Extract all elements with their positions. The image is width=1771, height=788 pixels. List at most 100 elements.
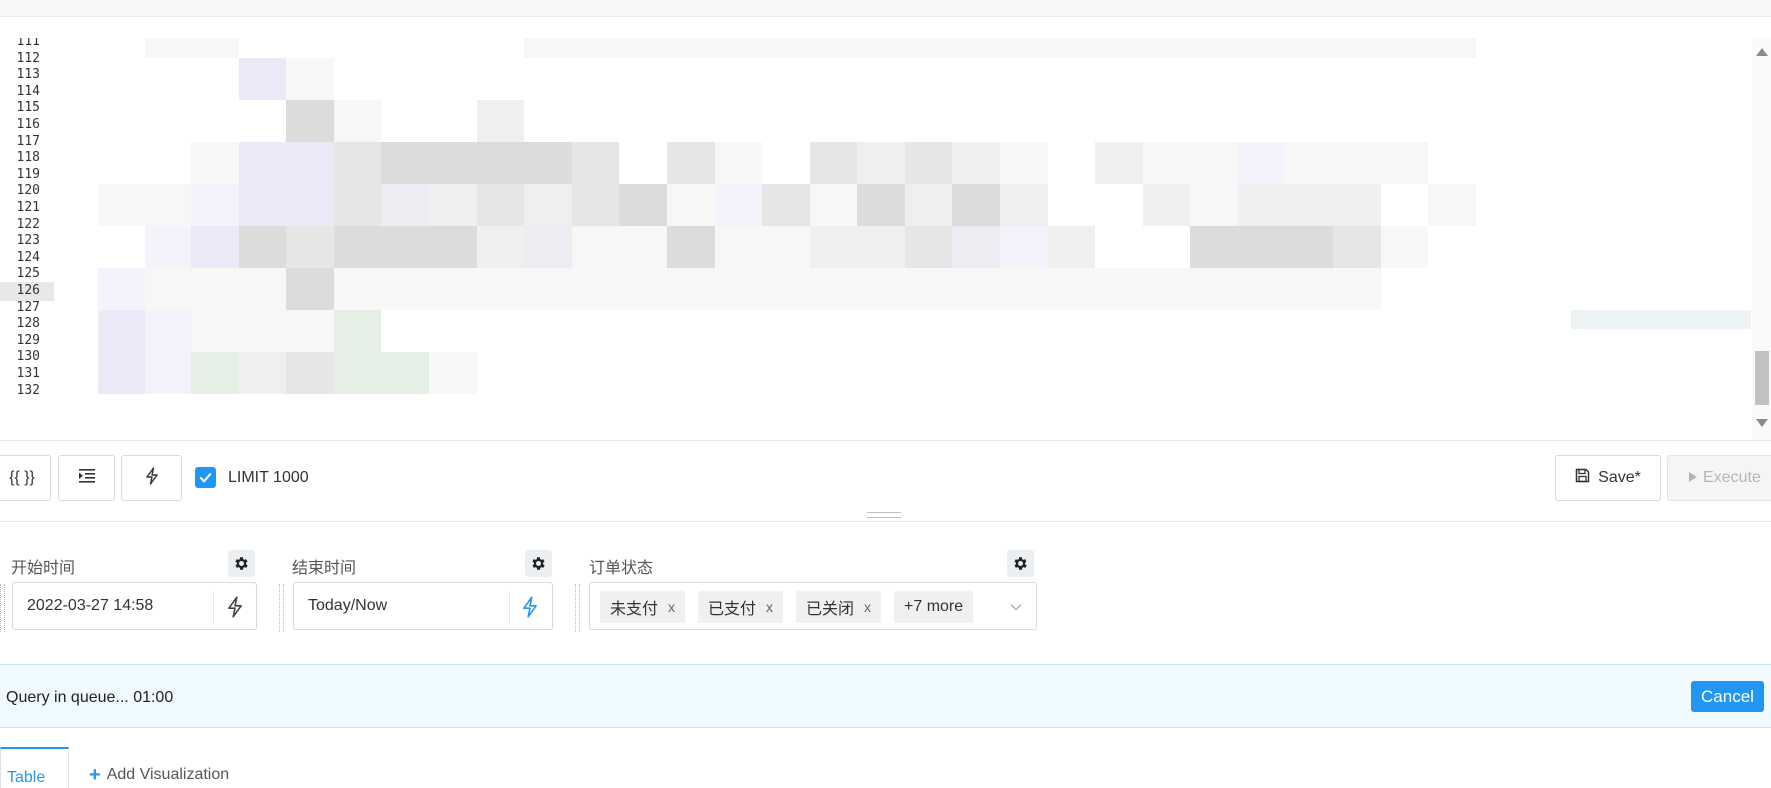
redacted-code-block	[1190, 142, 1238, 184]
redacted-code-block	[810, 38, 857, 58]
redacted-code-block	[1190, 226, 1238, 268]
redacted-code-block	[619, 184, 667, 226]
redacted-code-block	[1428, 184, 1476, 226]
redacted-code-block	[619, 38, 667, 58]
redacted-code-block	[1381, 142, 1428, 184]
tab-table[interactable]: Table	[0, 747, 69, 788]
editor-toolbar: {{ }} LIMIT 1000 Save* Execute	[0, 441, 1771, 511]
redacted-code-block	[239, 226, 286, 268]
more-tags-badge[interactable]: +7 more	[894, 591, 974, 623]
redacted-code-block	[381, 352, 429, 394]
editor-resize-handle[interactable]	[867, 512, 901, 518]
autocomplete-toggle-button[interactable]	[121, 455, 182, 501]
redacted-code-block	[286, 184, 334, 226]
sql-editor[interactable]: 111 112 113 114 115 116 117 118 119 120 121 122 123 1…	[0, 38, 1771, 441]
redacted-code-block	[429, 268, 477, 310]
cancel-button[interactable]: Cancel	[1691, 681, 1764, 712]
limit-checkbox[interactable]	[195, 467, 216, 488]
redacted-code-block	[1000, 226, 1048, 268]
redacted-code-block	[667, 38, 715, 58]
redacted-code-block	[145, 310, 191, 352]
redacted-code-block	[334, 226, 381, 268]
status-tag: 已支付 x	[698, 591, 784, 623]
redacted-code-block	[98, 352, 145, 394]
redacted-code-block	[1095, 38, 1143, 58]
active-line-highlight	[1571, 310, 1751, 329]
gear-icon[interactable]	[1007, 550, 1034, 577]
plus-icon: +	[89, 764, 101, 786]
redacted-code-block	[286, 352, 334, 394]
redacted-code-block	[1000, 268, 1048, 310]
redacted-code-block	[191, 352, 239, 394]
redacted-code-block	[524, 142, 572, 184]
parameter-button[interactable]: {{ }}	[0, 455, 51, 501]
remove-tag-icon[interactable]: x	[864, 599, 871, 615]
redacted-code-block	[191, 38, 239, 58]
redacted-code-block	[1143, 184, 1190, 226]
remove-tag-icon[interactable]: x	[668, 599, 675, 615]
line-number-gutter: 111 112 113 114 115 116 117 118 119 120 121 122 123 1…	[0, 38, 54, 440]
redacted-code-block	[952, 38, 1000, 58]
redacted-code-block	[715, 38, 762, 58]
redacted-code-block	[1190, 184, 1238, 226]
redacted-code-block	[667, 184, 715, 226]
order-status-multiselect[interactable]: 未支付 x 已支付 x 已关闭 x +7 more	[589, 582, 1037, 630]
redacted-code-block	[477, 268, 524, 310]
param-drag-handle[interactable]	[279, 584, 284, 632]
redacted-code-block	[429, 184, 477, 226]
redacted-code-block	[191, 268, 239, 310]
redacted-code-block	[1048, 226, 1095, 268]
redacted-code-block	[1333, 184, 1381, 226]
redacted-code-block	[810, 142, 857, 184]
redacted-code-block	[715, 226, 762, 268]
redacted-code-block	[145, 268, 191, 310]
save-label: Save*	[1598, 469, 1641, 486]
scroll-thumb[interactable]	[1755, 351, 1769, 405]
redacted-code-block	[145, 184, 191, 226]
param-drag-handle[interactable]	[0, 584, 5, 632]
format-query-button[interactable]	[58, 455, 115, 501]
status-tag-label: 已支付	[708, 601, 757, 618]
redacted-code-block	[1381, 38, 1428, 58]
scroll-up-arrow-icon[interactable]	[1756, 48, 1768, 56]
execute-label: Execute	[1703, 469, 1761, 486]
redacted-code-block	[334, 352, 381, 394]
start-time-input[interactable]: 2022-03-27 14:58	[12, 582, 257, 630]
remove-tag-icon[interactable]: x	[766, 599, 773, 615]
status-tag-label: 未支付	[610, 601, 659, 618]
save-button[interactable]: Save*	[1555, 455, 1661, 501]
redacted-code-block	[857, 38, 905, 58]
gear-icon[interactable]	[525, 550, 552, 577]
redacted-code-block	[524, 268, 572, 310]
redacted-code-block	[762, 226, 810, 268]
dynamic-value-bolt-icon[interactable]	[225, 596, 245, 618]
gear-icon[interactable]	[228, 550, 255, 577]
redacted-code-block	[572, 142, 619, 184]
redacted-code-block	[1238, 268, 1285, 310]
redacted-code-block	[334, 100, 381, 142]
start-time-value: 2022-03-27 14:58	[27, 597, 154, 614]
redacted-code-block	[810, 268, 857, 310]
window-top-strip	[0, 0, 1771, 17]
redacted-code-block	[286, 58, 334, 100]
scroll-down-arrow-icon[interactable]	[1756, 419, 1768, 427]
redacted-code-block	[619, 268, 667, 310]
execute-button[interactable]: Execute	[1667, 455, 1771, 501]
add-visualization-button[interactable]: + Add Visualization	[89, 764, 229, 786]
redacted-code-block	[145, 352, 191, 394]
limit-checkbox-wrap[interactable]: LIMIT 1000	[195, 467, 309, 488]
param-drag-handle[interactable]	[575, 584, 580, 632]
redacted-code-block	[1381, 226, 1428, 268]
redacted-code-block	[286, 226, 334, 268]
redacted-code-block	[477, 226, 524, 268]
end-time-input[interactable]: Today/Now	[293, 582, 553, 630]
redacted-code-block	[810, 184, 857, 226]
redacted-code-block	[98, 268, 145, 310]
redacted-code-block	[952, 268, 1000, 310]
redacted-code-block	[952, 226, 1000, 268]
chevron-down-icon[interactable]	[1010, 600, 1022, 612]
editor-scrollbar[interactable]	[1752, 38, 1771, 440]
redacted-code-block	[1238, 142, 1285, 184]
dynamic-value-bolt-icon[interactable]	[520, 596, 540, 618]
input-separator	[509, 591, 510, 623]
